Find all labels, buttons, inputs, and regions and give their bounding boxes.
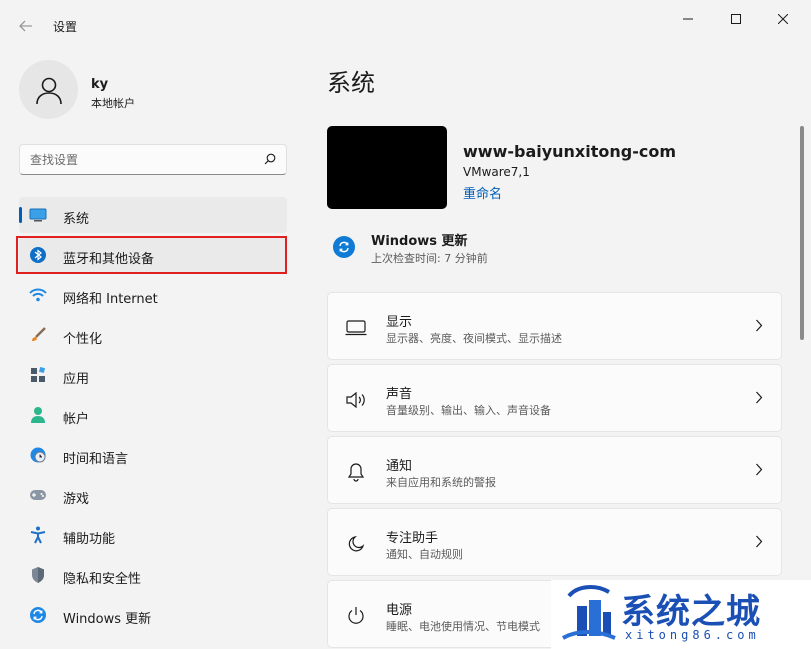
card-subtitle: 显示器、亮度、夜间模式、显示描述 xyxy=(386,332,562,345)
maximize-icon xyxy=(731,14,741,24)
sidebar-item-label: 网络和 Internet xyxy=(63,292,158,307)
chevron-right-icon xyxy=(756,319,763,332)
search-icon xyxy=(264,153,276,165)
account-type: 本地帐户 xyxy=(91,97,135,110)
back-button[interactable] xyxy=(12,12,40,40)
close-button[interactable] xyxy=(760,4,806,34)
watermark-text: 系统之城 xyxy=(621,592,761,632)
card-title: 专注助手 xyxy=(386,531,439,546)
card-subtitle: 睡眠、电池使用情况、节电模式 xyxy=(386,620,540,633)
card-subtitle: 音量级别、输出、输入、声音设备 xyxy=(386,404,551,417)
sidebar-item-label: 系统 xyxy=(63,212,90,227)
sidebar-item-accessibility[interactable]: 辅助功能 xyxy=(19,517,287,553)
avatar xyxy=(19,60,78,119)
update-last-checked: 上次检查时间: 7 分钟前 xyxy=(371,252,488,265)
close-icon xyxy=(778,14,788,24)
search-input[interactable] xyxy=(30,151,250,169)
account-icon xyxy=(29,406,47,424)
sidebar-item-privacy[interactable]: 隐私和安全性 xyxy=(19,557,287,593)
update-title: Windows 更新 xyxy=(371,234,468,249)
sidebar-item-time-language[interactable]: 时间和语言 xyxy=(19,437,287,473)
rename-link[interactable]: 重命名 xyxy=(463,183,502,202)
accessibility-icon xyxy=(29,526,47,544)
device-name: www-baiyunxitong-com xyxy=(463,142,677,161)
update-icon xyxy=(29,606,47,624)
brush-icon xyxy=(29,326,47,344)
sidebar-item-label: 隐私和安全性 xyxy=(63,572,142,587)
sidebar-item-system[interactable]: 系统 xyxy=(19,197,287,233)
sidebar-item-label: 帐户 xyxy=(63,412,90,427)
card-focus-assist[interactable]: 专注助手 通知、自动规则 xyxy=(327,508,782,576)
chevron-right-icon xyxy=(756,391,763,404)
chevron-right-icon xyxy=(756,535,763,548)
sidebar-item-personalization[interactable]: 个性化 xyxy=(19,317,287,353)
display-icon xyxy=(29,206,47,224)
card-subtitle: 通知、自动规则 xyxy=(386,548,463,561)
bell-icon xyxy=(344,461,368,483)
gamepad-icon xyxy=(29,486,47,504)
sidebar-item-label: 辅助功能 xyxy=(63,532,116,547)
card-title: 声音 xyxy=(386,387,413,402)
minimize-icon xyxy=(683,18,693,20)
selection-indicator xyxy=(19,207,22,223)
power-icon xyxy=(344,605,368,627)
moon-icon xyxy=(344,533,368,555)
settings-window: 设置 ky 本地帐户 查找设置 系统 蓝牙和其他设备 网络和 Internet … xyxy=(0,0,811,649)
sidebar-item-apps[interactable]: 应用 xyxy=(19,357,287,393)
card-title: 显示 xyxy=(386,315,413,330)
sidebar-item-label: Windows 更新 xyxy=(63,612,152,627)
device-model: VMware7,1 xyxy=(463,165,530,179)
card-title: 电源 xyxy=(386,603,413,618)
apps-icon xyxy=(29,366,47,384)
watermark-url: xitong86.com xyxy=(625,628,760,642)
clock-globe-icon xyxy=(29,446,47,464)
scrollbar-thumb[interactable] xyxy=(800,126,804,340)
wifi-icon xyxy=(29,286,47,304)
search-box[interactable] xyxy=(19,144,287,175)
card-notifications[interactable]: 通知 来自应用和系统的警报 xyxy=(327,436,782,504)
sidebar-item-bluetooth[interactable]: 蓝牙和其他设备 xyxy=(19,237,287,273)
sidebar-item-label: 个性化 xyxy=(63,332,103,347)
update-icon xyxy=(333,236,355,258)
chevron-right-icon xyxy=(756,463,763,476)
windows-update-status[interactable]: Windows 更新 上次检查时间: 7 分钟前 xyxy=(333,228,633,268)
card-display[interactable]: 显示 显示器、亮度、夜间模式、显示描述 xyxy=(327,292,782,360)
device-thumbnail xyxy=(327,126,447,209)
person-icon xyxy=(35,77,62,104)
minimize-button[interactable] xyxy=(665,4,711,34)
back-arrow-icon xyxy=(19,20,32,32)
card-subtitle: 来自应用和系统的警报 xyxy=(386,476,496,489)
card-sound[interactable]: 声音 音量级别、输出、输入、声音设备 xyxy=(327,364,782,432)
sidebar-item-gaming[interactable]: 游戏 xyxy=(19,477,287,513)
monitor-icon xyxy=(344,317,368,339)
sidebar-nav: 系统 蓝牙和其他设备 网络和 Internet 个性化 应用 帐户 时间和语言 … xyxy=(19,197,287,637)
sidebar-item-network[interactable]: 网络和 Internet xyxy=(19,277,287,313)
user-card[interactable]: ky 本地帐户 xyxy=(19,60,279,120)
sidebar-item-windows-update[interactable]: Windows 更新 xyxy=(19,597,287,633)
speaker-icon xyxy=(344,389,368,411)
maximize-button[interactable] xyxy=(713,4,759,34)
page-title: 系统 xyxy=(327,69,375,97)
watermark-logo: 系统之城 xitong86.com xyxy=(551,580,811,649)
sidebar-item-accounts[interactable]: 帐户 xyxy=(19,397,287,433)
shield-icon xyxy=(29,566,47,584)
sidebar-item-label: 蓝牙和其他设备 xyxy=(63,252,155,267)
building-logo-icon xyxy=(562,585,616,640)
card-title: 通知 xyxy=(386,459,413,474)
bluetooth-icon xyxy=(29,246,47,264)
sidebar-item-label: 时间和语言 xyxy=(63,452,129,467)
title-bar: 设置 xyxy=(0,0,811,46)
app-title: 设置 xyxy=(53,20,78,34)
sidebar-item-label: 应用 xyxy=(63,372,90,387)
sidebar-item-label: 游戏 xyxy=(63,492,90,507)
user-name: ky xyxy=(91,77,109,92)
